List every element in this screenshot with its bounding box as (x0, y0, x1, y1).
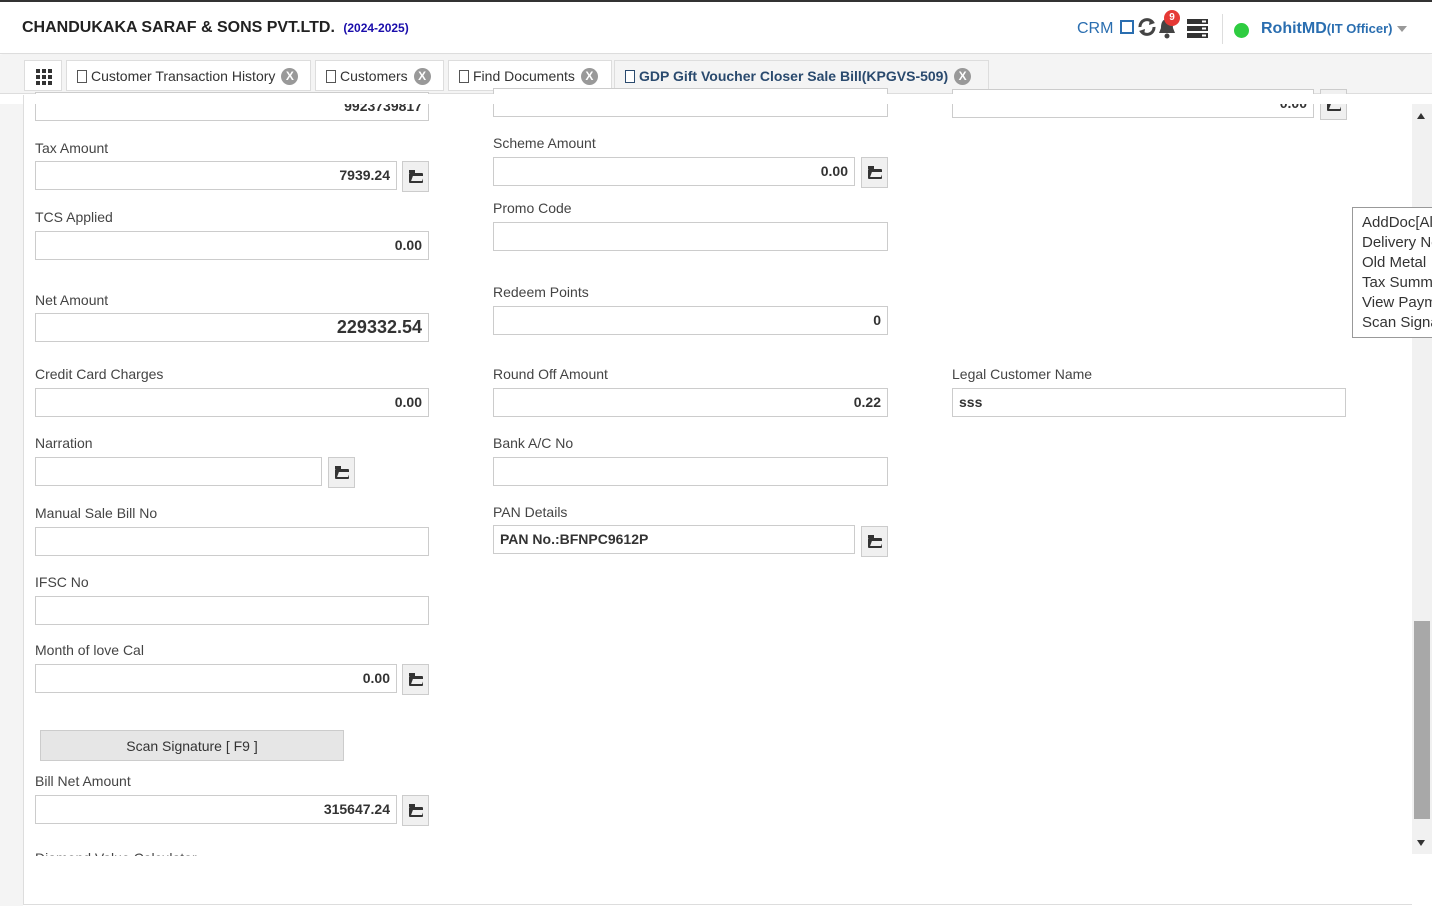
bill-net-amount-label: Bill Net Amount (35, 773, 131, 789)
manual-sale-bill-no-field[interactable] (35, 527, 429, 556)
tab-customers[interactable]: Customers X (315, 60, 444, 91)
scroll-up-icon[interactable] (1417, 113, 1425, 119)
tab-label[interactable]: Customer Transaction History (91, 68, 275, 84)
online-status-icon (1234, 23, 1249, 38)
user-role[interactable]: (IT Officer) (1327, 21, 1393, 36)
tab-label[interactable]: Find Documents (473, 68, 575, 84)
close-tab-icon[interactable]: X (954, 68, 972, 85)
menu-item-add-doc[interactable]: AddDoc[Alt+F3] (1362, 213, 1432, 233)
scheme-amount-field[interactable]: 0.00 (493, 157, 855, 186)
legal-customer-name-label: Legal Customer Name (952, 366, 1093, 382)
refresh-icon[interactable] (1136, 16, 1158, 38)
company-title: CHANDUKAKA SARAF & SONS PVT.LTD. (2024-2… (22, 19, 409, 37)
company-name: CHANDUKAKA SARAF & SONS PVT.LTD. (22, 19, 335, 36)
folder-open-icon[interactable] (409, 170, 423, 183)
menu-item-old-metal[interactable]: Old Metal (1362, 253, 1432, 273)
promo-code-label: Promo Code (493, 200, 572, 216)
bill-net-amount-lookup-button[interactable] (402, 795, 429, 826)
redeem-points-label: Redeem Points (493, 284, 589, 300)
scroll-down-icon[interactable] (1417, 840, 1425, 846)
document-icon (326, 70, 336, 83)
scrollbar-thumb[interactable] (1414, 621, 1430, 819)
left-gutter (0, 95, 23, 906)
external-link-icon[interactable] (1119, 20, 1134, 34)
header-divider (1222, 14, 1223, 44)
pan-details-lookup-button[interactable] (861, 526, 888, 557)
chevron-down-icon[interactable] (1396, 25, 1407, 32)
close-tab-icon[interactable]: X (281, 68, 299, 85)
folder-open-icon[interactable] (409, 673, 423, 686)
menu-item-view-payment[interactable]: View Payment (1362, 293, 1432, 313)
narration-lookup-button[interactable] (328, 457, 355, 488)
redeem-points-field[interactable]: 0 (493, 306, 888, 335)
narration-field[interactable] (35, 457, 322, 486)
pan-details-label: PAN Details (493, 504, 568, 520)
content-frame (23, 95, 1412, 905)
tab-label[interactable]: GDP Gift Voucher Closer Sale Bill(KPGVS-… (639, 68, 948, 84)
crm-label[interactable]: CRM (1077, 20, 1113, 37)
folder-open-icon[interactable] (868, 166, 882, 179)
server-icon[interactable] (1187, 19, 1208, 38)
month-of-love-label: Month of love Cal (35, 642, 144, 658)
grid-icon[interactable] (36, 69, 52, 85)
round-off-amount-field[interactable]: 0.22 (493, 388, 888, 417)
top-header: CHANDUKAKA SARAF & SONS PVT.LTD. (2024-2… (0, 0, 1432, 54)
diamond-value-calculator-label: Diamond Value Calculator (35, 850, 197, 856)
tcs-applied-field[interactable]: 0.00 (35, 231, 429, 260)
folder-open-icon[interactable] (409, 804, 423, 817)
document-icon (625, 70, 635, 83)
shortcut-menu: AddDoc[Alt+F3] Delivery Note Old Metal T… (1352, 207, 1432, 338)
tax-amount-field[interactable]: 7939.24 (35, 161, 397, 190)
content-left-border (23, 95, 24, 905)
narration-label: Narration (35, 435, 93, 451)
round-off-amount-label: Round Off Amount (493, 366, 608, 382)
month-of-love-field[interactable]: 0.00 (35, 664, 397, 693)
menu-item-scan-signature[interactable]: Scan Signature (1362, 313, 1432, 333)
legal-customer-name-field[interactable]: sss (952, 388, 1346, 417)
tab-label[interactable]: Customers (340, 68, 408, 84)
tax-amount-lookup-button[interactable] (402, 161, 429, 192)
document-icon (77, 70, 87, 83)
content-bottom-border (23, 904, 1412, 905)
bank-ac-no-label: Bank A/C No (493, 435, 574, 451)
manual-sale-bill-no-label: Manual Sale Bill No (35, 505, 158, 521)
financial-year: (2024-2025) (343, 21, 409, 35)
menu-item-delivery-note[interactable]: Delivery Note (1362, 233, 1432, 253)
ifsc-no-field[interactable] (35, 596, 429, 625)
app-grid-button[interactable] (24, 60, 62, 91)
close-tab-icon[interactable]: X (580, 68, 598, 85)
scan-signature-button[interactable]: Scan Signature [ F9 ] (40, 730, 344, 761)
month-of-love-lookup-button[interactable] (402, 664, 429, 695)
crm-link[interactable]: CRM (1077, 19, 1134, 38)
scheme-amount-lookup-button[interactable] (861, 157, 888, 188)
credit-card-charges-field[interactable]: 0.00 (35, 388, 429, 417)
tcs-applied-label: TCS Applied (35, 209, 113, 225)
net-amount-label: Net Amount (35, 292, 109, 308)
menu-item-tax-summary[interactable]: Tax Summary (1362, 273, 1432, 293)
document-icon (459, 70, 469, 83)
close-tab-icon[interactable]: X (413, 68, 431, 85)
net-amount-field[interactable]: 229332.54 (35, 313, 429, 342)
user-name[interactable]: RohitMD (1261, 20, 1327, 37)
folder-open-icon[interactable] (868, 535, 882, 548)
folder-open-icon[interactable] (335, 466, 349, 479)
tax-amount-label: Tax Amount (35, 140, 109, 156)
promo-code-field[interactable] (493, 222, 888, 251)
notification-badge[interactable]: 9 (1164, 10, 1180, 26)
tab-customer-transaction-history[interactable]: Customer Transaction History X (66, 60, 311, 91)
bank-ac-no-field[interactable] (493, 457, 888, 486)
scheme-amount-label: Scheme Amount (493, 135, 596, 151)
tab-gdp-gift-voucher[interactable]: GDP Gift Voucher Closer Sale Bill(KPGVS-… (614, 60, 989, 91)
tab-find-documents[interactable]: Find Documents X (448, 60, 612, 91)
credit-card-charges-label: Credit Card Charges (35, 366, 164, 382)
pan-details-field[interactable]: PAN No.:BFNPC9612P (493, 525, 855, 554)
bill-net-amount-field[interactable]: 315647.24 (35, 795, 397, 824)
user-menu[interactable]: RohitMD(IT Officer) (1261, 20, 1407, 38)
ifsc-no-label: IFSC No (35, 574, 89, 590)
